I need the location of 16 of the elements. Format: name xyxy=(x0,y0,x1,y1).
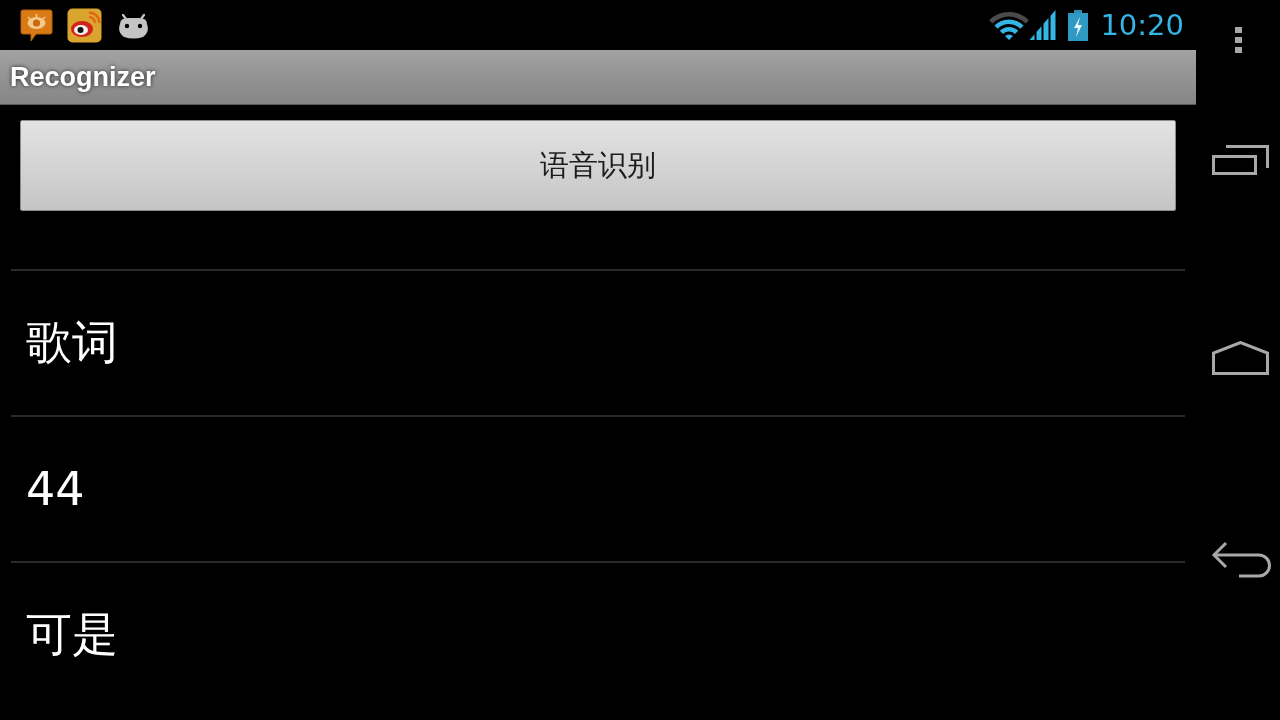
speech-bubble-eye-icon xyxy=(20,8,53,42)
result-list-item[interactable]: 歌词 xyxy=(11,269,1185,415)
eye-logo-icon xyxy=(67,7,102,43)
signal-icon xyxy=(1029,10,1057,40)
result-list-item[interactable]: 44 xyxy=(11,415,1185,561)
speech-recognition-button[interactable]: 语音识别 xyxy=(20,120,1176,211)
battery-charging-icon xyxy=(1068,9,1089,41)
back-icon[interactable] xyxy=(1211,541,1273,578)
overflow-menu-icon[interactable] xyxy=(1234,27,1242,53)
clock-time: 10:20 xyxy=(1100,10,1184,40)
home-icon[interactable] xyxy=(1211,341,1269,375)
result-list-item[interactable]: 可是 xyxy=(11,561,1185,707)
robot-face-icon xyxy=(116,11,151,39)
app-title: Recognizer xyxy=(10,61,156,93)
recent-apps-icon[interactable] xyxy=(1211,145,1269,175)
wifi-icon xyxy=(989,10,1030,40)
